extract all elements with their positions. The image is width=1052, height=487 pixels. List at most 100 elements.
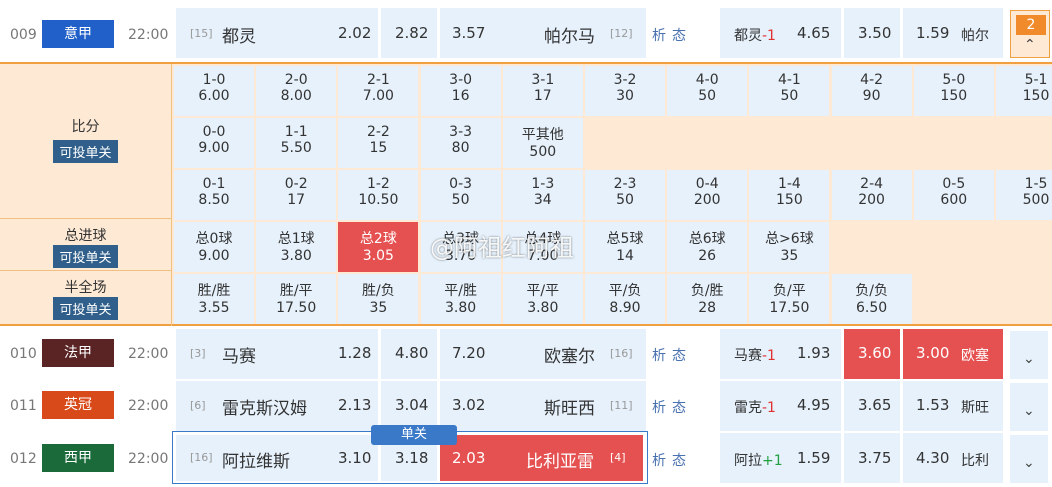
handicap-home[interactable]: 雷克-1 4.95	[720, 381, 841, 431]
option-odd: 50	[780, 88, 799, 104]
odds-option[interactable]: 0-1 8.50	[174, 170, 254, 220]
handicap-draw[interactable]: 3.65	[844, 381, 900, 431]
draw-odd[interactable]: 2.82	[381, 8, 437, 58]
home-win-odd[interactable]: [15] 都灵 2.02	[176, 8, 378, 58]
odds-option[interactable]: 5-1 150	[996, 66, 1052, 116]
away-win-odd[interactable]: 7.20 欧塞尔 [16]	[440, 329, 646, 379]
odds-option[interactable]: 平/胜 3.80	[420, 274, 501, 324]
option-label: 胜/平	[279, 283, 313, 299]
analysis-link[interactable]: 析态	[652, 345, 692, 365]
odds-option[interactable]: 平/负 8.90	[585, 274, 665, 324]
option-label: 总2球	[359, 231, 397, 247]
odd-draw: 3.04	[395, 396, 429, 414]
odds-option[interactable]: 总6球 26	[667, 222, 748, 272]
odds-option[interactable]: 总>6球 35	[749, 222, 830, 272]
away-win-odd-selected[interactable]: 2.03 比利亚雷 [4]	[440, 435, 643, 481]
match-row-009: 009 意甲 22:00 [15] 都灵 2.02 2.82 3.57 帕尔马 …	[0, 8, 1052, 60]
odds-option[interactable]: 3-0 16	[420, 66, 501, 116]
odds-option[interactable]: 胜/负 35	[338, 274, 419, 324]
odds-option[interactable]: 总2球 3.05	[338, 222, 419, 272]
analysis-link[interactable]: 析态	[652, 25, 692, 45]
handicap-away[interactable]: 1.53 斯旺	[903, 381, 1003, 431]
odds-option[interactable]: 0-4 200	[667, 170, 748, 220]
draw-odd[interactable]: 3.04	[381, 381, 437, 431]
odds-option[interactable]: 1-3 34	[502, 170, 583, 220]
odd-loss: 3.57	[452, 24, 486, 42]
odds-option[interactable]: 胜/平 17.50	[256, 274, 337, 324]
away-win-odd[interactable]: 3.02 斯旺西 [11]	[440, 381, 646, 431]
odds-option[interactable]: 5-0 150	[913, 66, 994, 116]
odds-option[interactable]: 3-2 30	[585, 66, 665, 116]
league-badge[interactable]: 意甲	[42, 20, 114, 48]
option-label: 3-2	[613, 72, 637, 88]
odds-option[interactable]: 负/平 17.50	[749, 274, 830, 324]
odds-option[interactable]: 平/平 3.80	[502, 274, 583, 324]
odds-option[interactable]: 4-1 50	[749, 66, 830, 116]
handicap-away[interactable]: 1.59 帕尔	[903, 8, 1003, 58]
odds-option[interactable]: 2-0 8.00	[256, 66, 337, 116]
handicap-away[interactable]: 4.30 比利	[903, 433, 1003, 483]
odds-option[interactable]: 1-1 5.50	[256, 118, 337, 168]
option-label: 4-0	[695, 72, 719, 88]
odds-option[interactable]: 0-3 50	[420, 170, 501, 220]
handicap-draw-odd: 3.65	[858, 396, 892, 414]
odds-option[interactable]: 总5球 14	[585, 222, 665, 272]
odds-option[interactable]: 1-4 150	[749, 170, 830, 220]
collapse-toggle[interactable]: 2 ⌃	[1010, 10, 1050, 58]
league-badge[interactable]: 西甲	[42, 444, 114, 472]
handicap-home[interactable]: 马赛-1 1.93	[720, 329, 841, 379]
league-badge[interactable]: 法甲	[42, 339, 114, 367]
odds-option[interactable]: 平其他 500	[502, 118, 583, 168]
odds-option[interactable]: 0-0 9.00	[174, 118, 254, 168]
odds-option[interactable]: 2-4 200	[831, 170, 912, 220]
odds-option[interactable]: 总0球 9.00	[174, 222, 254, 272]
odds-option[interactable]: 0-2 17	[256, 170, 337, 220]
odds-option[interactable]: 负/负 6.50	[831, 274, 912, 324]
odds-option[interactable]: 3-1 17	[502, 66, 583, 116]
chevron-up-icon: ⌃	[1024, 37, 1036, 53]
expand-toggle[interactable]: ⌄	[1010, 331, 1048, 379]
home-win-odd[interactable]: [16] 阿拉维斯 3.10	[176, 435, 378, 481]
away-win-odd[interactable]: 3.57 帕尔马 [12]	[440, 8, 646, 58]
odds-option[interactable]: 2-2 15	[338, 118, 419, 168]
expand-toggle[interactable]: ⌄	[1010, 435, 1048, 483]
score-section-label: 比分 可投单关	[0, 64, 172, 219]
handicap-draw[interactable]: 3.50	[844, 8, 900, 58]
option-odd: 3.80	[445, 300, 477, 316]
option-label: 0-0	[202, 124, 226, 140]
handicap-home[interactable]: 阿拉+1 1.59	[720, 433, 841, 483]
match-row-010: 010 法甲 22:00 [3] 马赛 1.28 4.80 7.20 欧塞尔 […	[0, 329, 1052, 381]
odds-option[interactable]: 2-1 7.00	[338, 66, 419, 116]
option-odd: 600	[940, 192, 968, 208]
handicap-draw[interactable]: 3.75	[844, 433, 900, 483]
option-odd: 10.50	[358, 192, 399, 208]
draw-odd[interactable]: 4.80	[381, 329, 437, 379]
odds-option[interactable]: 0-5 600	[913, 170, 994, 220]
odds-option[interactable]: 1-2 10.50	[338, 170, 419, 220]
option-label: 胜/胜	[197, 283, 231, 299]
handicap-draw-selected[interactable]: 3.60	[844, 329, 900, 379]
league-badge[interactable]: 英冠	[42, 391, 114, 419]
odds-option[interactable]: 4-0 50	[667, 66, 748, 116]
odds-option[interactable]: 1-5 500	[996, 170, 1052, 220]
expand-toggle[interactable]: ⌄	[1010, 383, 1048, 431]
odds-option[interactable]: 2-3 50	[585, 170, 665, 220]
option-odd: 7.00	[362, 88, 394, 104]
home-win-odd[interactable]: [3] 马赛 1.28	[176, 329, 378, 379]
analysis-link[interactable]: 析态	[652, 450, 692, 470]
analysis-link[interactable]: 析态	[652, 397, 692, 417]
odds-option[interactable]: 胜/胜 3.55	[174, 274, 254, 324]
option-label: 负/平	[773, 283, 806, 299]
odds-option[interactable]: 3-3 80	[420, 118, 501, 168]
option-label: 平/负	[608, 283, 642, 299]
option-odd: 200	[858, 192, 885, 208]
odds-option[interactable]: 负/胜 28	[667, 274, 748, 324]
odds-option[interactable]: 总1球 3.80	[256, 222, 337, 272]
handicap-home[interactable]: 都灵-1 4.65	[720, 8, 841, 58]
odds-option[interactable]: 4-2 90	[831, 66, 912, 116]
odds-option[interactable]: 1-0 6.00	[174, 66, 254, 116]
handicap-away-selected[interactable]: 3.00 欧塞	[903, 329, 1003, 379]
home-win-odd[interactable]: [6] 雷克斯汉姆 2.13	[176, 381, 378, 431]
home-rank: [3]	[190, 347, 206, 360]
match-time: 22:00	[128, 346, 169, 362]
